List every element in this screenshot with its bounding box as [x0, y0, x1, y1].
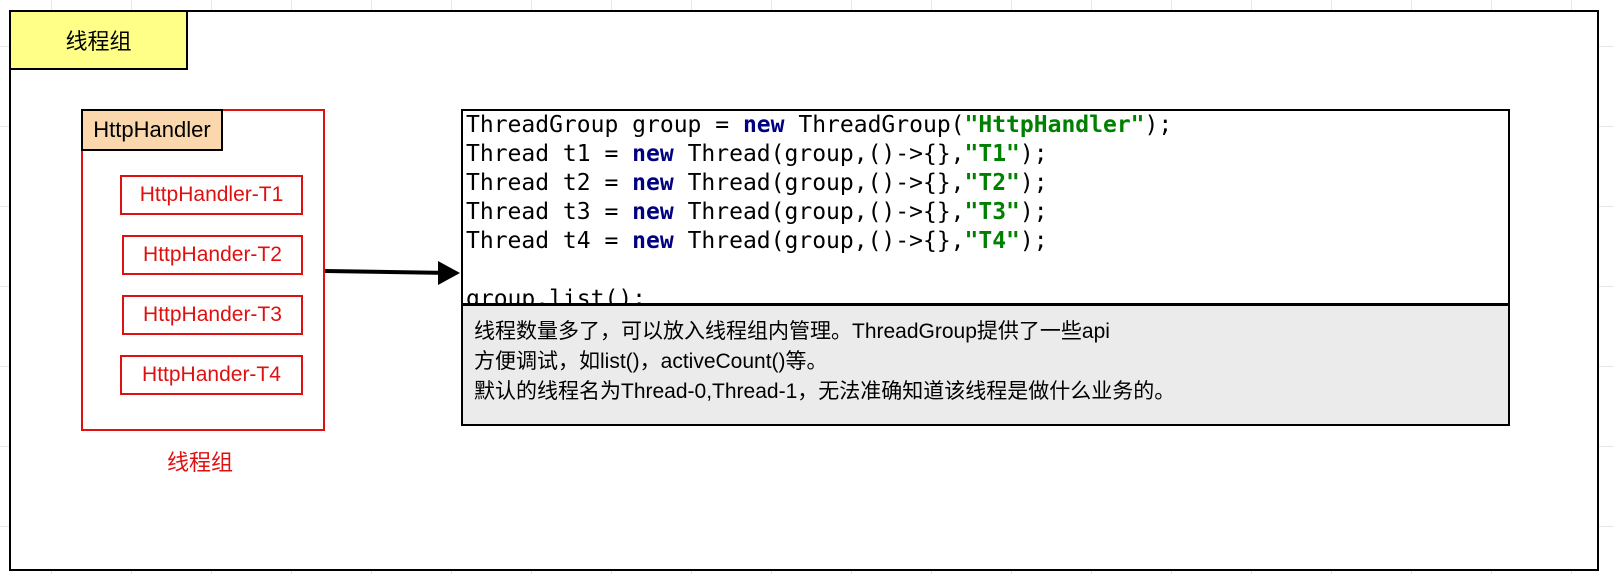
code-token: ); [1019, 199, 1048, 225]
code-token: ); [1019, 228, 1048, 254]
code-keyword: new [632, 228, 674, 254]
code-keyword: new [632, 141, 674, 167]
code-line: group.list(); [466, 285, 1508, 305]
code-line: Thread t2 = new Thread(group,()->{},"T2"… [466, 169, 1508, 198]
thread-label: HttpHandler-T1 [139, 183, 284, 206]
note-line-3: 默认的线程名为Thread-0,Thread-1，无法准确知道该线程是做什么业务… [474, 380, 1176, 403]
code-text: ThreadGroup group = new ThreadGroup("Htt… [463, 111, 1508, 305]
code-token: Thread(group,()->{}, [673, 170, 965, 196]
thread-group-header-label: HttpHandler [93, 117, 211, 142]
code-keyword: new [742, 112, 785, 138]
code-token: Thread(group,()->{}, [673, 228, 965, 254]
thread-label: HttpHander-T2 [143, 243, 282, 266]
note-box[interactable]: 线程数量多了，可以放入线程组内管理。ThreadGroup提供了一些api 方便… [461, 304, 1510, 426]
thread-label: HttpHander-T4 [142, 363, 281, 386]
thread-box-t1[interactable]: HttpHandler-T1 [120, 175, 303, 215]
thread-group-header[interactable]: HttpHandler [81, 109, 223, 151]
code-line: ThreadGroup group = new ThreadGroup("Htt… [466, 111, 1508, 140]
note-line-1: 线程数量多了，可以放入线程组内管理。ThreadGroup提供了一些api [474, 320, 1110, 343]
thread-box-t2[interactable]: HttpHander-T2 [122, 235, 303, 275]
code-token: Thread(group,()->{}, [673, 199, 965, 225]
code-token: ); [1144, 112, 1173, 138]
code-keyword: new [632, 199, 674, 225]
code-token: Thread t3 = [466, 199, 633, 225]
note-line-2: 方便调试，如list()，activeCount()等。 [474, 350, 828, 373]
code-line: Thread t4 = new Thread(group,()->{},"T4"… [466, 227, 1508, 256]
code-keyword: new [632, 170, 674, 196]
code-token: ThreadGroup group = [466, 112, 743, 138]
code-token: Thread t2 = [466, 170, 633, 196]
code-string: "T1" [964, 141, 1020, 167]
title-tag[interactable]: 线程组 [9, 10, 188, 70]
code-token: ); [1019, 170, 1048, 196]
thread-box-t4[interactable]: HttpHander-T4 [120, 355, 303, 395]
code-token: Thread(group,()->{}, [673, 141, 965, 167]
code-string: "T4" [964, 228, 1020, 254]
code-line: Thread t1 = new Thread(group,()->{},"T1"… [466, 140, 1508, 169]
code-token: ); [1019, 141, 1048, 167]
code-token: group.list(); [466, 286, 647, 305]
code-string: "T3" [964, 199, 1020, 225]
title-tag-label: 线程组 [65, 29, 132, 54]
thread-group-caption[interactable]: 线程组 [150, 445, 250, 477]
code-token: ThreadGroup( [784, 112, 965, 138]
code-block[interactable]: ThreadGroup group = new ThreadGroup("Htt… [461, 109, 1510, 305]
code-token: Thread t1 = [466, 141, 633, 167]
thread-box-t3[interactable]: HttpHander-T3 [122, 295, 303, 335]
code-token: Thread t4 = [466, 228, 633, 254]
code-string: "HttpHandler" [964, 112, 1145, 138]
code-line: Thread t3 = new Thread(group,()->{},"T3"… [466, 198, 1508, 227]
thread-label: HttpHander-T3 [143, 303, 282, 326]
code-string: "T2" [964, 170, 1020, 196]
